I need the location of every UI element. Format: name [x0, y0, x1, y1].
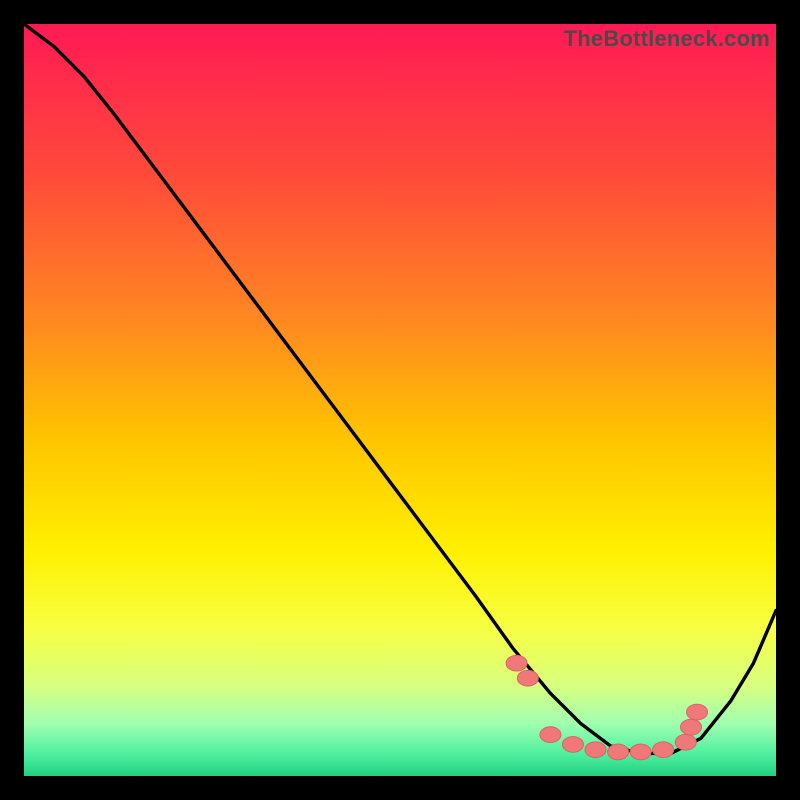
- curve-dot: [585, 742, 606, 758]
- watermark-text: TheBottleneck.com: [564, 26, 770, 52]
- curve-dot: [540, 727, 561, 743]
- curve-dot: [562, 737, 583, 753]
- curve-dot: [608, 744, 629, 760]
- chart-frame: TheBottleneck.com: [0, 0, 800, 800]
- curve-dot: [675, 734, 696, 750]
- plot-area: TheBottleneck.com: [24, 24, 776, 776]
- curve-dot: [653, 742, 674, 758]
- curve-dot: [630, 744, 651, 760]
- curve-dots: [24, 24, 776, 776]
- curve-dot: [506, 655, 527, 671]
- curve-dot: [517, 670, 538, 686]
- curve-dot: [687, 704, 708, 720]
- curve-dot: [680, 719, 701, 735]
